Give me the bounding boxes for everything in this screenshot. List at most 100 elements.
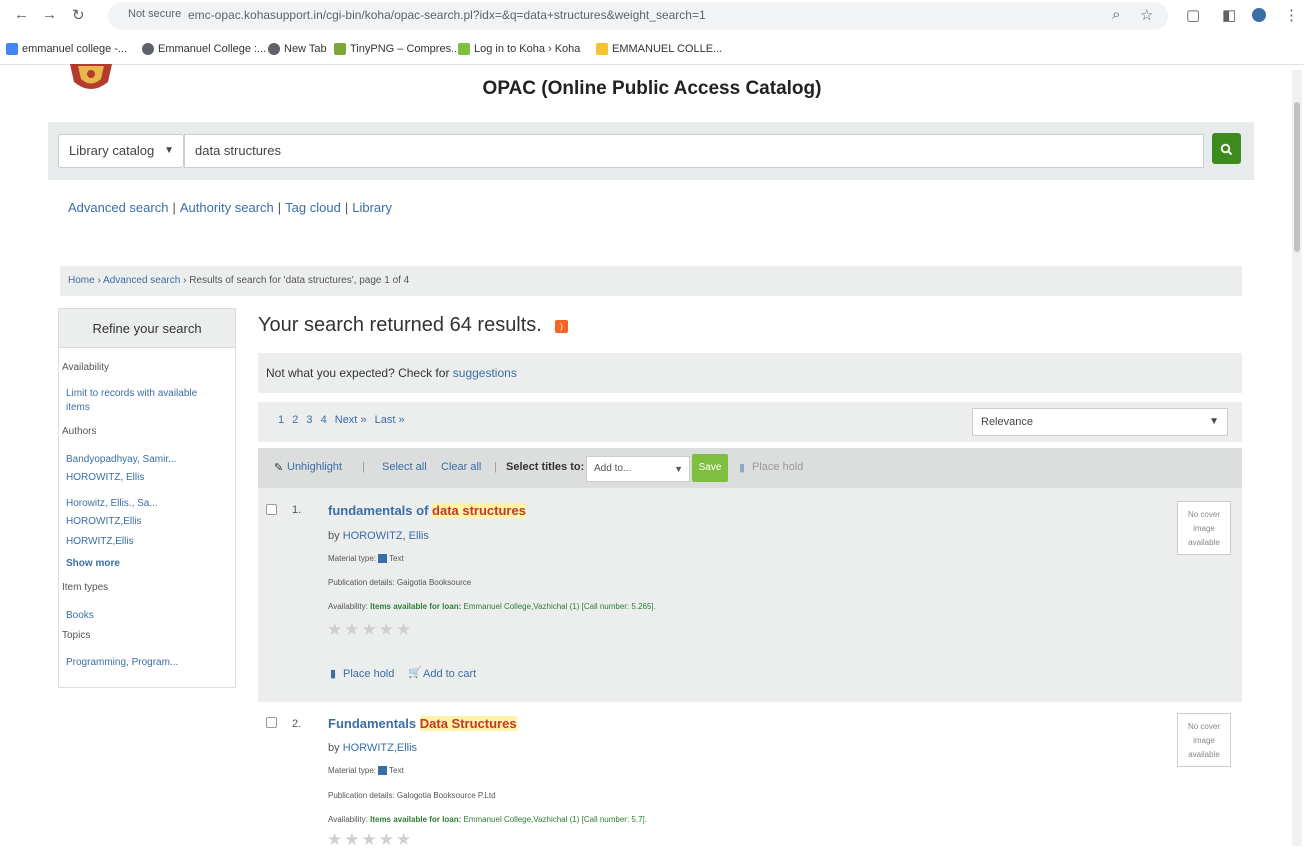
- limit-available-link[interactable]: Limit to records with available: [66, 388, 197, 399]
- item-types-heading: Item types: [62, 582, 109, 593]
- add-to-cart-link[interactable]: Add to cart: [423, 668, 476, 680]
- result-author-line: by HOROWITZ, Ellis: [328, 530, 429, 542]
- not-secure-label[interactable]: Not secure: [128, 8, 181, 20]
- star-rating[interactable]: ★★★★★: [327, 620, 413, 640]
- publication-details: Publication details: Galogotia Booksourc…: [328, 791, 496, 800]
- author-facet[interactable]: Bandyopadhyay, Samir...: [66, 454, 176, 465]
- koha-icon: [458, 43, 470, 55]
- sidepanel-icon[interactable]: ◧: [1222, 6, 1236, 24]
- select-all-link[interactable]: Select all: [382, 461, 427, 473]
- availability-line: Availability: Items available for loan: …: [328, 602, 656, 611]
- unhighlight-link[interactable]: Unhighlight: [287, 461, 342, 473]
- reload-icon[interactable]: ↻: [72, 6, 85, 24]
- bookmark-icon: ▮: [330, 668, 337, 680]
- limit-available-link-cont[interactable]: items: [66, 402, 90, 413]
- pencil-icon: ✎: [274, 462, 284, 474]
- result-title[interactable]: Fundamentals Data Structures: [328, 716, 517, 731]
- author-link[interactable]: HOROWITZ, Ellis: [343, 530, 429, 542]
- breadcrumb-advanced[interactable]: Advanced search: [103, 275, 180, 286]
- results-count-heading: Your search returned 64 results.: [258, 314, 542, 336]
- back-icon[interactable]: ←: [14, 6, 29, 23]
- cart-icon: 🛒: [408, 667, 422, 679]
- result-title[interactable]: fundamentals of data structures: [328, 503, 526, 518]
- select-checkbox[interactable]: [266, 717, 277, 728]
- bookmark-6[interactable]: EMMANUEL COLLE...: [596, 43, 722, 55]
- tag-cloud-link[interactable]: Tag cloud: [285, 200, 341, 215]
- forward-icon[interactable]: →: [42, 6, 57, 23]
- advanced-search-link[interactable]: Advanced search: [68, 200, 168, 215]
- place-hold-toolbar[interactable]: Place hold: [752, 461, 803, 473]
- search-button[interactable]: [1212, 133, 1241, 164]
- no-cover-placeholder: No cover image available: [1177, 501, 1231, 555]
- authority-search-link[interactable]: Authority search: [180, 200, 274, 215]
- author-facet[interactable]: HOROWITZ,Ellis: [66, 516, 142, 527]
- page-2-link[interactable]: 2: [292, 414, 298, 426]
- select-checkbox[interactable]: [266, 504, 277, 515]
- search-icon: [1220, 143, 1233, 156]
- place-hold-link[interactable]: Place hold: [343, 668, 394, 680]
- result-author-line: by HORWITZ,Ellis: [328, 742, 418, 754]
- availability-heading: Availability: [62, 362, 110, 373]
- page-title: OPAC (Online Public Access Catalog): [482, 78, 822, 99]
- item-type-facet[interactable]: Books: [66, 610, 94, 621]
- sort-value: Relevance: [981, 416, 1033, 428]
- tinypng-icon: [334, 43, 346, 55]
- extensions-icon[interactable]: ▢: [1186, 6, 1200, 24]
- page-3-link[interactable]: 3: [306, 414, 312, 426]
- zoom-icon[interactable]: ⌕: [1112, 6, 1120, 23]
- clear-all-link[interactable]: Clear all: [441, 461, 481, 473]
- suggestions-box: Not what you expected? Check for suggest…: [258, 353, 1242, 393]
- publication-details: Publication details: Gaigotia Booksource: [328, 578, 472, 587]
- add-to-select[interactable]: Add to... ▼: [586, 456, 690, 482]
- chevron-down-icon: ▼: [674, 464, 683, 474]
- globe-icon: [142, 43, 154, 55]
- url-text[interactable]: emc-opac.kohasupport.in/cgi-bin/koha/opa…: [188, 8, 706, 22]
- material-type: Material type: Text: [328, 766, 404, 776]
- page-4-link[interactable]: 4: [321, 414, 327, 426]
- rss-icon[interactable]: ): [555, 320, 568, 333]
- bookmark-5[interactable]: Log in to Koha › Koha: [458, 43, 580, 55]
- save-button[interactable]: Save: [692, 454, 728, 482]
- topic-facet[interactable]: Programming, Program...: [66, 657, 178, 668]
- suggestions-link[interactable]: suggestions: [453, 366, 517, 380]
- result-number: 2.: [292, 718, 302, 730]
- search-links: Advanced search | Authority search | Tag clo…: [68, 200, 392, 215]
- breadcrumb-home[interactable]: Home: [68, 275, 95, 286]
- last-page-link[interactable]: Last »: [375, 414, 405, 426]
- profile-avatar[interactable]: [1252, 8, 1266, 22]
- bookmark-4[interactable]: TinyPNG – Compres...: [334, 43, 460, 55]
- result-number: 1.: [292, 504, 302, 516]
- chevron-down-icon: ▼: [1209, 416, 1219, 427]
- result-row: [258, 488, 1242, 702]
- show-more-link[interactable]: Show more: [66, 558, 120, 569]
- author-facet[interactable]: HOROWITZ, Ellis: [66, 472, 144, 483]
- bookmark-2[interactable]: Emmanuel College :...: [142, 43, 266, 55]
- sort-select[interactable]: Relevance ▼: [972, 408, 1228, 436]
- author-facet[interactable]: Horowitz, Ellis., Sa...: [66, 498, 158, 509]
- library-link[interactable]: Library: [352, 200, 392, 215]
- catalog-scope-value: Library catalog: [69, 143, 155, 158]
- scrollbar-thumb[interactable]: [1294, 102, 1300, 252]
- authors-heading: Authors: [62, 426, 97, 437]
- bookmark-3[interactable]: New Tab: [268, 43, 327, 55]
- material-type: Material type: Text: [328, 554, 404, 564]
- no-cover-placeholder: No cover image available: [1177, 713, 1231, 767]
- google-icon: [6, 43, 18, 55]
- next-page-link[interactable]: Next »: [335, 414, 367, 426]
- page-1-link[interactable]: 1: [278, 414, 284, 426]
- breadcrumb-current: Results of search for 'data structures',…: [189, 275, 410, 286]
- book-icon: [378, 766, 388, 776]
- catalog-scope-select[interactable]: Library catalog ▼: [58, 134, 184, 168]
- suggest-text: Not what you expected? Check for: [266, 366, 450, 380]
- bookmark-1[interactable]: emmanuel college -...: [6, 43, 127, 55]
- author-facet[interactable]: HORWITZ,Ellis: [66, 536, 134, 547]
- availability-line: Availability: Items available for loan: …: [328, 815, 647, 824]
- menu-icon[interactable]: ⋮: [1284, 6, 1299, 24]
- star-rating[interactable]: ★★★★★: [327, 830, 413, 846]
- book-icon: [378, 554, 388, 564]
- author-link[interactable]: HORWITZ,Ellis: [343, 742, 417, 754]
- bookmark-icon: ▮: [739, 462, 746, 474]
- koha-icon: [596, 43, 608, 55]
- star-icon[interactable]: ☆: [1140, 6, 1153, 24]
- search-input[interactable]: data structures: [184, 134, 1204, 168]
